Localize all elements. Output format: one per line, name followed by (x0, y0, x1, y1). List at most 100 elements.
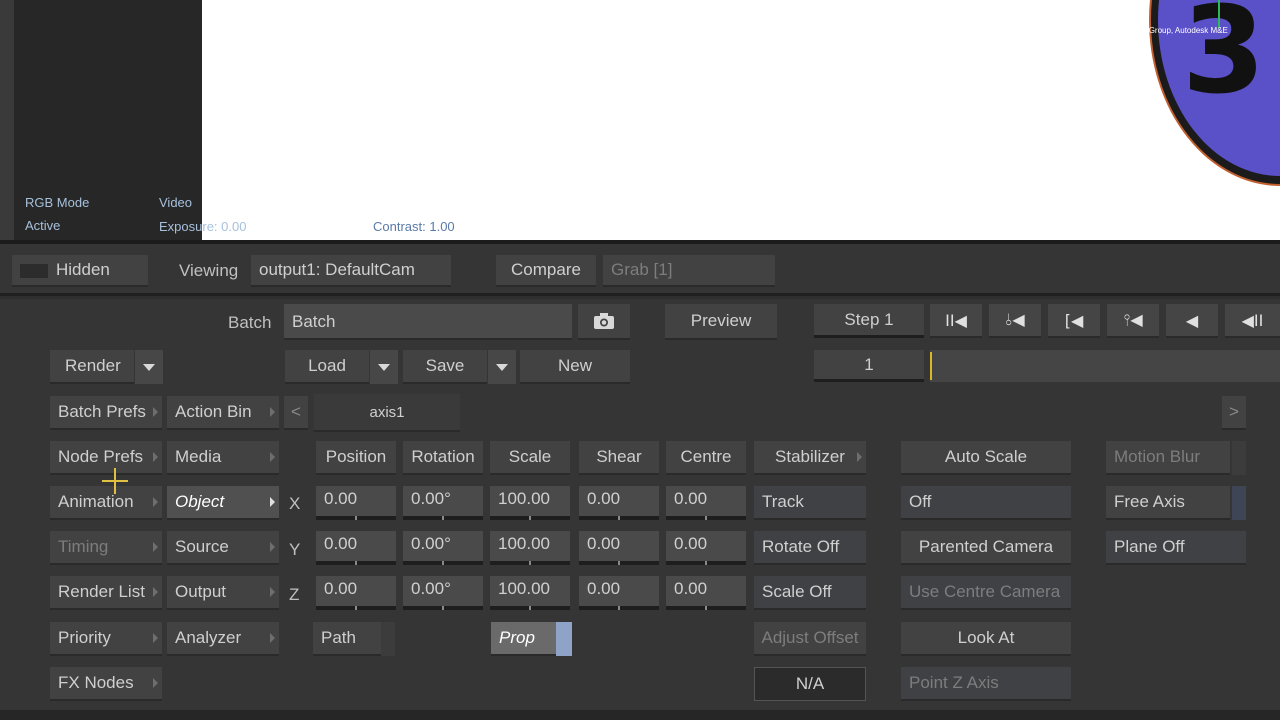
rgb-mode-label: RGB Mode (25, 195, 90, 210)
prev-mark-icon[interactable]: [◀ (1048, 304, 1100, 338)
free-axis-button[interactable]: Free Axis (1106, 486, 1230, 520)
field-value: 0.00° (411, 534, 451, 553)
plane-off-button[interactable]: Plane Off (1106, 531, 1246, 565)
hidden-toggle[interactable]: Hidden (12, 255, 148, 287)
viewing-select[interactable]: output1: DefaultCam (251, 255, 451, 287)
chevron-right-icon (270, 542, 275, 552)
save-dropdown[interactable] (488, 350, 516, 384)
header-shear[interactable]: Shear (579, 441, 659, 475)
menu-batch-prefs[interactable]: Batch Prefs (50, 396, 162, 430)
menu-render-list[interactable]: Render List (50, 576, 162, 610)
load-dropdown[interactable] (370, 350, 398, 384)
prev-key-icon[interactable]: ⫯◀ (1107, 304, 1159, 338)
position-y-field[interactable]: 0.00 (316, 531, 396, 565)
preview-label: Preview (690, 311, 752, 330)
adjust-offset-button[interactable]: Adjust Offset (754, 622, 866, 656)
menu-object[interactable]: Object (167, 486, 279, 520)
scale-z-field[interactable]: 100.00 (490, 576, 570, 610)
parented-camera-button[interactable]: Parented Camera (901, 531, 1071, 565)
prev-keyframe-icon[interactable]: ⫰◀ (989, 304, 1041, 338)
header-scale[interactable]: Scale (490, 441, 570, 475)
save-button[interactable]: Save (403, 350, 487, 384)
field-value: 0.00 (587, 579, 621, 598)
goto-start-icon[interactable]: II◀ (930, 304, 982, 338)
prop-button[interactable]: Prop (491, 622, 556, 656)
shear-x-field[interactable]: 0.00 (579, 486, 659, 520)
position-z-field[interactable]: 0.00 (316, 576, 396, 610)
snapshot-button[interactable] (578, 304, 630, 340)
preview-button[interactable]: Preview (665, 304, 777, 340)
grab-button[interactable]: Grab [1] (603, 255, 775, 287)
motion-blur-toggle[interactable] (1232, 441, 1246, 475)
menu-label: FX Nodes (58, 673, 134, 692)
menu-action-bin[interactable]: Action Bin (167, 396, 279, 430)
viewer-edge (0, 0, 14, 240)
menu-fx-nodes[interactable]: FX Nodes (50, 667, 162, 701)
track-button[interactable]: Track (754, 486, 866, 520)
motion-blur-button[interactable]: Motion Blur (1106, 441, 1230, 475)
step-back-icon[interactable]: ◀II (1225, 304, 1280, 338)
menu-analyzer[interactable]: Analyzer (167, 622, 279, 656)
path-label: Path (321, 628, 356, 647)
auto-scale-button[interactable]: Auto Scale (901, 441, 1071, 475)
play-backward-icon[interactable]: ◀ (1166, 304, 1218, 338)
cursor-crosshair-icon (102, 468, 128, 494)
menu-source[interactable]: Source (167, 531, 279, 565)
render-label: Render (65, 356, 121, 375)
menu-media[interactable]: Media (167, 441, 279, 475)
viewer-canvas[interactable]: Contrast: 1.00 3 Courtesy of the WDM Gro… (202, 0, 1280, 240)
centre-z-field[interactable]: 0.00 (666, 576, 746, 610)
viewer-info-panel: RGB Mode Active Video Exposure: 0.00 (14, 0, 246, 240)
frame-field[interactable]: 1 (814, 350, 924, 382)
point-z-axis-button[interactable]: Point Z Axis (901, 667, 1071, 701)
rotation-y-field[interactable]: 0.00° (403, 531, 483, 565)
chevron-right-icon (153, 678, 158, 688)
menu-timing[interactable]: Timing (50, 531, 162, 565)
position-x-field[interactable]: 0.00 (316, 486, 396, 520)
path-button[interactable]: Path (313, 622, 381, 656)
scale-off-button[interactable]: Scale Off (754, 576, 866, 610)
centre-x-field[interactable]: 0.00 (666, 486, 746, 520)
timeline-bar[interactable] (930, 350, 1280, 382)
compare-button[interactable]: Compare (496, 255, 596, 287)
menu-output[interactable]: Output (167, 576, 279, 610)
header-centre[interactable]: Centre (666, 441, 746, 475)
scale-x-field[interactable]: 100.00 (490, 486, 570, 520)
shear-y-field[interactable]: 0.00 (579, 531, 659, 565)
batch-name-value: Batch (292, 312, 336, 331)
tab-next-label: > (1229, 402, 1239, 421)
rotation-z-field[interactable]: 0.00° (403, 576, 483, 610)
stabilizer-button[interactable]: Stabilizer (754, 441, 866, 475)
look-at-button[interactable]: Look At (901, 622, 1071, 656)
path-toggle[interactable] (381, 622, 395, 656)
chevron-right-icon (153, 407, 158, 417)
field-value: 0.00 (674, 579, 708, 598)
rotate-off-button[interactable]: Rotate Off (754, 531, 866, 565)
field-value: 0.00 (674, 489, 708, 508)
auto-scale-mode-select[interactable]: Off (901, 486, 1071, 520)
shear-z-field[interactable]: 0.00 (579, 576, 659, 610)
tab-next-button[interactable]: > (1222, 396, 1246, 430)
use-centre-camera-button[interactable]: Use Centre Camera (901, 576, 1071, 610)
header-position[interactable]: Position (316, 441, 396, 475)
scale-y-field[interactable]: 100.00 (490, 531, 570, 565)
chevron-down-icon (496, 363, 508, 371)
step-button[interactable]: Step 1 (814, 304, 924, 338)
load-button[interactable]: Load (285, 350, 369, 384)
playhead[interactable] (930, 352, 932, 380)
tab-prev-button[interactable]: < (284, 396, 308, 430)
render-dropdown[interactable] (135, 350, 163, 384)
header-rotation[interactable]: Rotation (403, 441, 483, 475)
new-button[interactable]: New (520, 350, 630, 384)
prop-toggle[interactable] (556, 622, 572, 656)
menu-priority[interactable]: Priority (50, 622, 162, 656)
rotation-x-field[interactable]: 0.00° (403, 486, 483, 520)
active-label: Active (25, 218, 61, 233)
tab-axis1[interactable]: axis1 (314, 394, 460, 432)
batch-name-field[interactable]: Batch (284, 304, 572, 340)
stabilizer-label: Stabilizer (775, 447, 845, 466)
menu-label: Object (175, 492, 225, 511)
free-axis-toggle[interactable] (1232, 486, 1246, 520)
centre-y-field[interactable]: 0.00 (666, 531, 746, 565)
render-button[interactable]: Render (50, 350, 134, 384)
